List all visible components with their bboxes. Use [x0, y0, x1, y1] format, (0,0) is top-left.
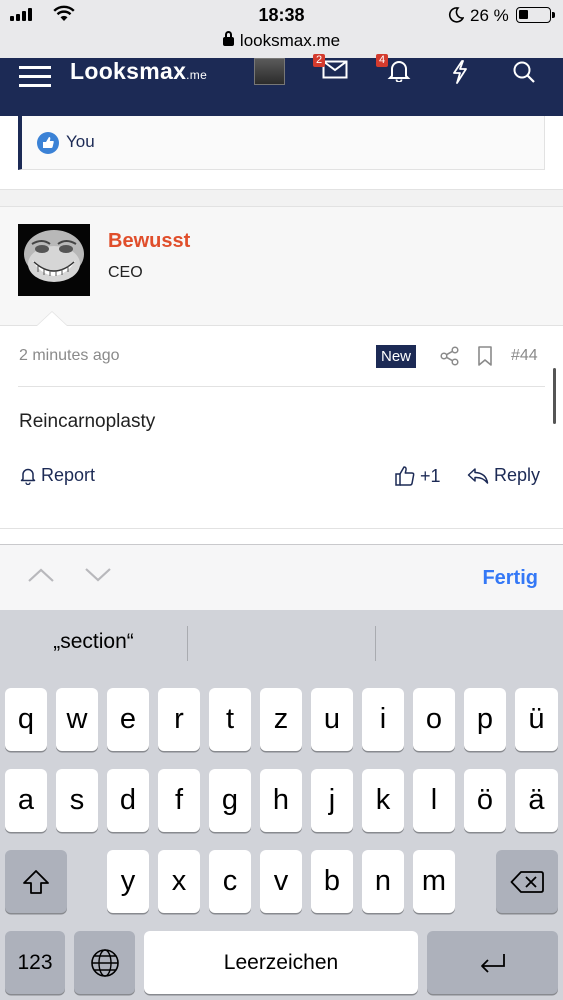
key-d[interactable]: d — [107, 769, 149, 832]
battery-percent: 26 % — [470, 6, 509, 25]
battery-icon — [516, 7, 555, 23]
author-name[interactable]: Bewusst — [108, 230, 190, 253]
key-l[interactable]: l — [413, 769, 455, 832]
onscreen-keyboard: „section“ q w e r t z u i o p ü a s d f … — [0, 610, 563, 1000]
lightning-icon[interactable] — [451, 60, 469, 84]
done-button[interactable]: Fertig — [482, 567, 538, 590]
key-c[interactable]: c — [209, 850, 251, 913]
key-f[interactable]: f — [158, 769, 200, 832]
backspace-icon — [510, 870, 544, 893]
suggestion-divider — [375, 626, 376, 661]
keyboard-accessory-bar: Fertig — [0, 544, 563, 610]
key-o[interactable]: o — [413, 688, 455, 751]
key-v[interactable]: v — [260, 850, 302, 913]
key-s[interactable]: s — [56, 769, 98, 832]
key-k[interactable]: k — [362, 769, 404, 832]
divider — [18, 386, 545, 387]
key-x[interactable]: x — [158, 850, 200, 913]
globe-key[interactable] — [74, 931, 135, 994]
post-number[interactable]: #44 — [511, 347, 538, 365]
url-text: looksmax.me — [239, 31, 341, 50]
like-reaction-icon — [37, 132, 59, 154]
reply-arrow-icon — [467, 467, 489, 484]
key-b[interactable]: b — [311, 850, 353, 913]
numbers-key[interactable]: 123 — [5, 931, 65, 994]
key-j[interactable]: j — [311, 769, 353, 832]
key-z[interactable]: z — [260, 688, 302, 751]
key-w[interactable]: w — [56, 688, 98, 751]
post-author-block: Bewusst CEO — [0, 207, 563, 325]
moon-icon — [448, 7, 464, 23]
key-y[interactable]: y — [107, 850, 149, 913]
post-body: Reincarnoplasty — [19, 411, 156, 432]
lock-icon — [222, 31, 234, 46]
key-ue[interactable]: ü — [515, 688, 558, 751]
alerts-badge: 4 — [376, 54, 389, 67]
envelope-icon[interactable] — [322, 60, 348, 80]
chevron-up-icon[interactable] — [27, 567, 55, 583]
reply-label: Reply — [494, 465, 541, 485]
key-u[interactable]: u — [311, 688, 353, 751]
author-pointer — [36, 311, 68, 326]
thumbs-up-icon — [395, 466, 415, 486]
key-r[interactable]: r — [158, 688, 200, 751]
user-avatar-nav[interactable] — [254, 58, 285, 85]
suggestion-item[interactable]: „section“ — [0, 630, 187, 654]
key-n[interactable]: n — [362, 850, 404, 913]
suggestion-divider — [187, 626, 188, 661]
globe-icon — [90, 948, 119, 977]
author-avatar[interactable] — [18, 224, 90, 296]
bell-outline-icon — [20, 468, 36, 485]
shift-arrow-icon — [23, 869, 49, 894]
report-label: Report — [41, 465, 96, 485]
like-button[interactable]: +1 — [394, 465, 441, 487]
key-a[interactable]: a — [5, 769, 47, 832]
search-icon[interactable] — [512, 60, 536, 84]
scrollbar[interactable] — [553, 368, 556, 424]
post-gap — [0, 190, 563, 206]
like-count: +1 — [420, 465, 441, 486]
menu-icon[interactable] — [19, 66, 51, 88]
messages-badge: 2 — [313, 54, 326, 67]
reactions-bar: You — [18, 116, 545, 170]
space-key[interactable]: Leerzeichen — [144, 931, 418, 994]
key-g[interactable]: g — [209, 769, 251, 832]
key-i[interactable]: i — [362, 688, 404, 751]
bell-icon[interactable] — [387, 60, 411, 82]
key-oe[interactable]: ö — [464, 769, 506, 832]
share-icon[interactable] — [440, 346, 460, 366]
key-q[interactable]: q — [5, 688, 47, 751]
key-ae[interactable]: ä — [515, 769, 558, 832]
key-t[interactable]: t — [209, 688, 251, 751]
bookmark-icon[interactable] — [477, 346, 493, 366]
shift-key[interactable] — [5, 850, 67, 913]
new-badge: New — [376, 345, 417, 368]
status-bar: 18:38 26 % looksmax.me — [0, 0, 563, 58]
site-navbar: Looksmax.me 2 4 — [0, 54, 563, 116]
key-e[interactable]: e — [107, 688, 149, 751]
key-m[interactable]: m — [413, 850, 455, 913]
site-logo[interactable]: Looksmax.me — [70, 58, 207, 85]
backspace-key[interactable] — [496, 850, 558, 913]
key-h[interactable]: h — [260, 769, 302, 832]
chevron-down-icon[interactable] — [84, 567, 112, 583]
divider — [0, 528, 563, 529]
url-bar[interactable]: looksmax.me — [0, 31, 563, 51]
reply-button[interactable]: Reply — [467, 465, 540, 486]
logo-text: Looksmax — [70, 58, 187, 84]
divider — [0, 325, 563, 326]
return-key[interactable] — [427, 931, 558, 994]
logo-suffix: .me — [186, 68, 208, 82]
report-button[interactable]: Report — [19, 465, 95, 486]
key-p[interactable]: p — [464, 688, 506, 751]
return-arrow-icon — [480, 953, 505, 973]
reactions-text[interactable]: You — [66, 132, 95, 152]
author-title: CEO — [108, 264, 143, 281]
post-timestamp[interactable]: 2 minutes ago — [19, 347, 120, 365]
